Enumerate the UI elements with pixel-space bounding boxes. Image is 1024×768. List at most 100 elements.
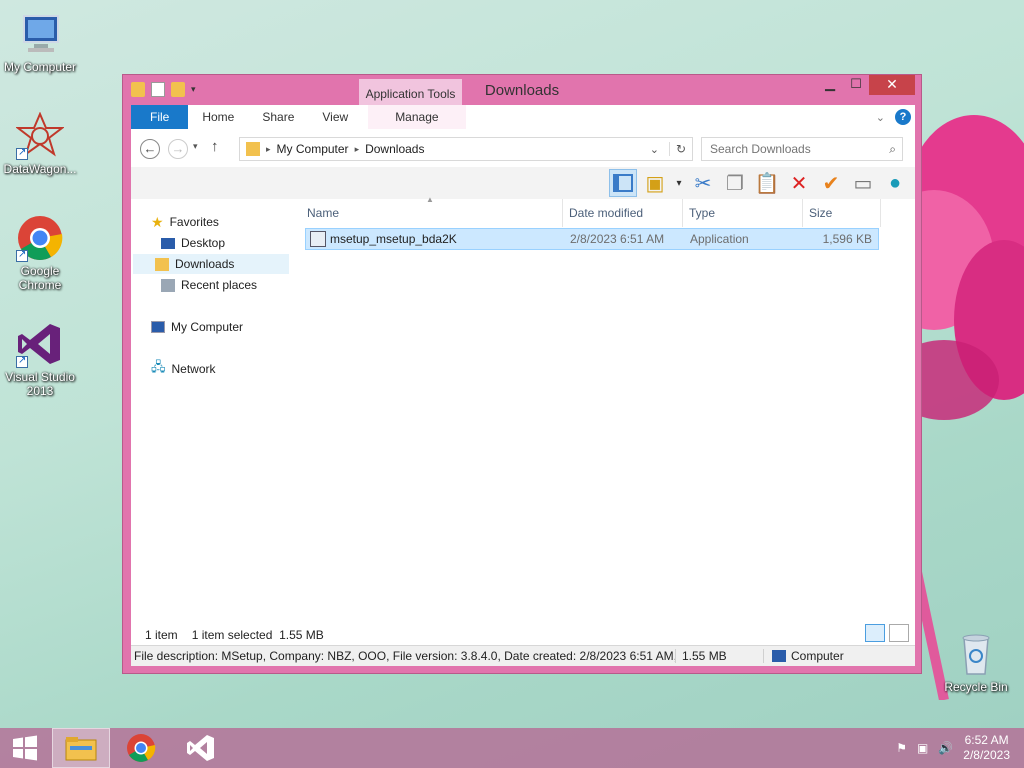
nav-item-favorites[interactable]: ★ Favorites — [151, 212, 219, 232]
minimize-button[interactable]: ▁ — [817, 75, 843, 95]
taskbar-visual-studio[interactable] — [172, 728, 230, 768]
address-bar[interactable]: ▸ My Computer ▸ Downloads ⌄ ↻ — [239, 137, 693, 161]
recent-places-icon — [161, 278, 175, 292]
star-icon: ★ — [151, 213, 164, 230]
navigation-pane: ★ Favorites Desktop Downloads Recent pla… — [131, 207, 291, 617]
cut-icon[interactable]: ✂ — [689, 169, 717, 197]
volume-icon[interactable]: 🔊 — [938, 741, 953, 755]
nav-item-my-computer[interactable]: My Computer — [151, 317, 243, 337]
windows-logo-icon — [13, 735, 37, 761]
visual-studio-icon — [187, 735, 214, 761]
file-size-summary: 1.55 MB — [676, 649, 764, 663]
desktop-icon-label: Recycle Bin — [944, 680, 1008, 694]
nav-item-desktop[interactable]: Desktop — [161, 233, 225, 253]
nav-item-network[interactable]: 🖧 Network — [151, 359, 216, 379]
view-switcher — [865, 624, 909, 642]
copy-icon[interactable]: ❐ — [721, 169, 749, 197]
address-dropdown-icon[interactable]: ⌄ — [650, 143, 663, 156]
details-view-icon[interactable] — [865, 624, 885, 642]
window-title: Downloads — [484, 82, 560, 99]
clock[interactable]: 6:52 AM 2/8/2023 — [963, 733, 1010, 763]
sort-ascending-icon: ▲ — [426, 195, 434, 204]
forward-button[interactable]: → — [168, 139, 188, 159]
start-button[interactable] — [0, 728, 50, 768]
file-list-header: ▲ Name Date modified Type Size — [301, 195, 881, 227]
network-tray-icon[interactable]: ▣ — [917, 741, 928, 755]
action-center-flag-icon[interactable]: ⚑ — [896, 741, 907, 755]
help-icon[interactable]: ? — [895, 109, 911, 125]
search-box[interactable]: ⌕ — [701, 137, 903, 161]
application-icon — [310, 231, 326, 247]
taskbar-chrome[interactable] — [112, 728, 170, 768]
file-type-cell: Application — [690, 232, 749, 246]
refresh-icon[interactable]: ↻ — [668, 142, 692, 156]
desktop-icon-label: My Computer — [3, 60, 77, 74]
tab-share[interactable]: Share — [248, 105, 308, 129]
breadcrumb-downloads[interactable]: Downloads — [365, 142, 424, 156]
nav-item-recent-places[interactable]: Recent places — [161, 275, 257, 295]
address-row: ← → ▾ ↑ ▸ My Computer ▸ Downloads ⌄ ↻ ⌕ — [131, 136, 915, 162]
shortcut-arrow-icon — [16, 146, 28, 160]
chrome-icon — [16, 214, 64, 262]
desktop-icon-label: Visual Studio 2013 — [5, 370, 75, 398]
column-type[interactable]: Type — [683, 199, 803, 227]
shortcut-arrow-icon — [16, 248, 28, 262]
recycle-bin-icon — [952, 630, 1000, 678]
close-button[interactable]: ✕ — [869, 75, 915, 95]
delete-icon[interactable]: ✕ — [785, 169, 813, 197]
ribbon-tabs: File Home Share View Manage ⌄ ? — [131, 105, 915, 129]
tab-home[interactable]: Home — [188, 105, 248, 129]
chevron-down-icon[interactable]: ▾ — [673, 169, 685, 197]
file-size-cell: 1,596 KB — [822, 232, 872, 246]
file-description: File description: MSetup, Company: NBZ, … — [131, 649, 676, 663]
datawagon-icon — [15, 111, 65, 160]
recent-locations-button[interactable]: ▾ — [193, 141, 198, 152]
column-size[interactable]: Size — [803, 199, 881, 227]
globe-icon[interactable]: ● — [881, 169, 909, 197]
desktop-icon-my-computer[interactable]: My Computer — [0, 10, 80, 74]
taskbar-file-explorer[interactable] — [52, 728, 110, 768]
column-date-modified[interactable]: Date modified — [563, 199, 683, 227]
tab-file[interactable]: File — [131, 105, 189, 129]
computer-icon — [772, 650, 786, 662]
taskbar: ⚑ ▣ 🔊 6:52 AM 2/8/2023 — [0, 728, 1024, 768]
desktop-icon — [161, 237, 175, 249]
desktop-icon-label: Google Chrome — [18, 264, 62, 292]
title-bar[interactable]: ▾ Application Tools Downloads ▁ ☐ ✕ — [123, 75, 921, 109]
breadcrumb-my-computer[interactable]: My Computer — [277, 142, 349, 156]
checkmark-icon[interactable]: ✔ — [817, 169, 845, 197]
breadcrumb-separator-icon[interactable]: ▸ — [266, 144, 271, 155]
desktop-icon-recycle-bin[interactable]: Recycle Bin — [936, 630, 1016, 694]
system-tray: ⚑ ▣ 🔊 6:52 AM 2/8/2023 — [896, 733, 1024, 763]
computer-icon — [16, 10, 64, 58]
file-date-cell: 2/8/2023 6:51 AM — [570, 232, 665, 246]
selection-info: 1 item selected 1.55 MB — [191, 628, 324, 642]
status-bar: 1 item 1 item selected 1.55 MB — [131, 624, 915, 646]
command-toolbar: ▣ ▾ ✂ ❐ 📋 ✕ ✔ ▭ ● — [131, 167, 915, 199]
breadcrumb-separator-icon[interactable]: ▸ — [355, 144, 360, 155]
details-bar: File description: MSetup, Company: NBZ, … — [131, 645, 915, 666]
file-row[interactable]: msetup_msetup_bda2K 2/8/2023 6:51 AM App… — [305, 228, 879, 250]
folder-options-icon[interactable]: ▣ — [641, 169, 669, 197]
explorer-window[interactable]: ▾ Application Tools Downloads ▁ ☐ ✕ File… — [122, 74, 922, 674]
rename-icon[interactable]: ▭ — [849, 169, 877, 197]
maximize-button[interactable]: ☐ — [843, 75, 869, 95]
back-button[interactable]: ← — [140, 139, 160, 159]
computer-icon — [151, 321, 165, 333]
desktop-icon-visual-studio[interactable]: Visual Studio 2013 — [0, 320, 80, 398]
large-icons-view-icon[interactable] — [889, 624, 909, 642]
item-count: 1 item — [145, 628, 178, 642]
expand-ribbon-icon[interactable]: ⌄ — [876, 111, 885, 124]
preview-pane-icon[interactable] — [609, 169, 637, 197]
nav-item-downloads[interactable]: Downloads — [133, 254, 289, 274]
paste-icon[interactable]: 📋 — [753, 169, 781, 197]
desktop-icon-chrome[interactable]: Google Chrome — [0, 214, 80, 292]
tab-manage[interactable]: Manage — [368, 105, 466, 129]
explorer-content: ← → ▾ ↑ ▸ My Computer ▸ Downloads ⌄ ↻ ⌕ … — [131, 129, 915, 666]
tab-view[interactable]: View — [308, 105, 362, 129]
file-name-cell: msetup_msetup_bda2K — [306, 231, 564, 247]
up-button[interactable]: ↑ — [211, 138, 219, 155]
search-input[interactable] — [710, 138, 880, 160]
desktop-icon-datawagon[interactable]: DataWagon... — [0, 111, 80, 176]
search-icon[interactable]: ⌕ — [889, 138, 896, 160]
